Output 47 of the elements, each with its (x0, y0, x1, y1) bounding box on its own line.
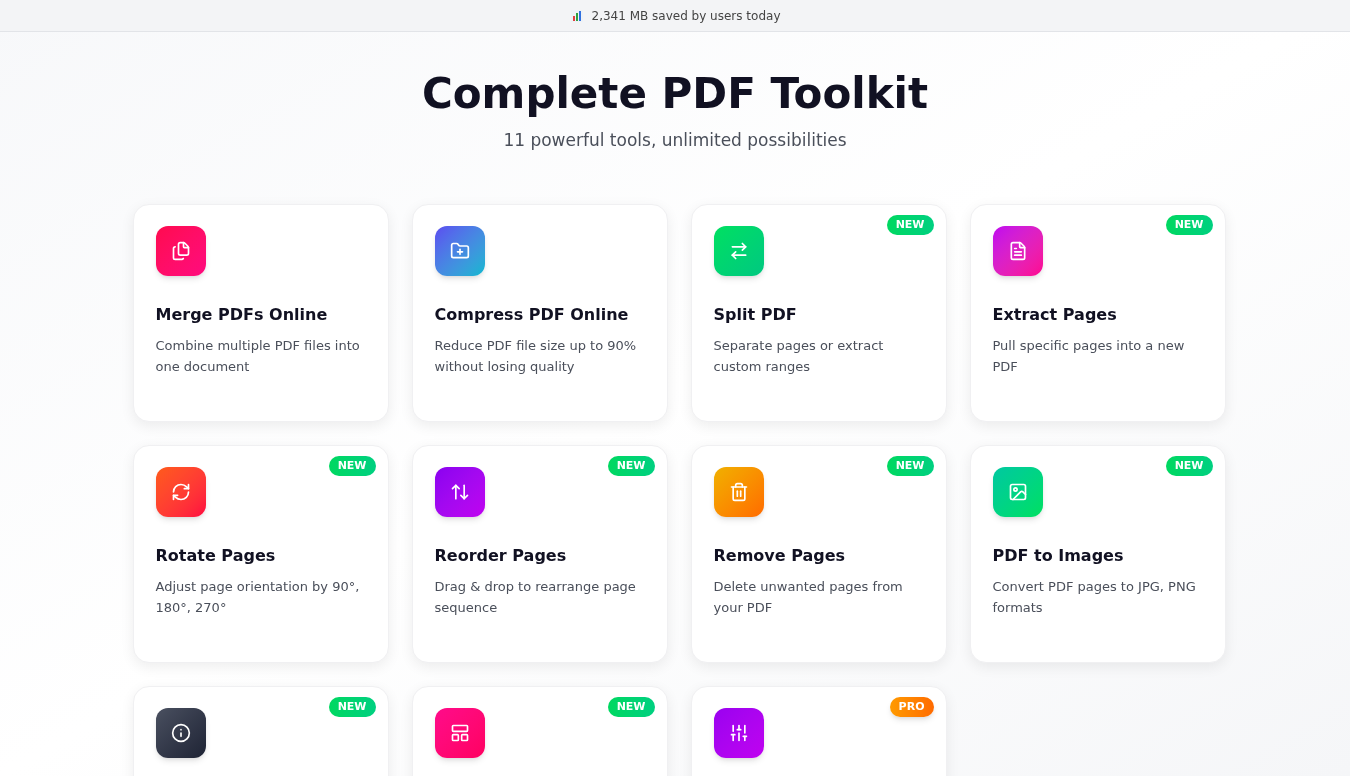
swap-arrows-icon (713, 225, 764, 276)
tool-description: Drag & drop to rearrange page sequence (434, 577, 637, 617)
trash-icon (713, 466, 764, 517)
image-icon (992, 466, 1043, 517)
tool-card[interactable]: Compress PDF Online Reduce PDF file size up to 90% without losing quality (411, 203, 668, 422)
files-icon (155, 225, 206, 276)
tool-badge: NEW (607, 455, 655, 476)
tool-description: Convert PDF pages to JPG, PNG formats (992, 577, 1197, 617)
tool-description: Separate pages or extract custom ranges (713, 336, 885, 376)
tool-badge: NEW (886, 214, 934, 235)
tool-title: Reorder Pages (434, 544, 568, 567)
page-subtitle: 11 powerful tools, unlimited possibilities (502, 129, 848, 152)
tool-title: Compress PDF Online (434, 303, 630, 326)
tool-badge: NEW (607, 696, 655, 717)
tool-description: Adjust page orientation by 90°, 180°, 270° (155, 577, 361, 617)
tool-card[interactable]: Merge PDFs Online Combine multiple PDF files into one document (132, 203, 389, 422)
tool-description: Delete unwanted pages from your PDF (713, 577, 904, 617)
tool-card[interactable]: NEW PDF to Images Convert PDF pages to JPG, PNG formats (969, 444, 1226, 663)
tool-badge: NEW (886, 455, 934, 476)
tool-title: Remove Pages (713, 544, 847, 567)
tool-description: Reduce PDF file size up to 90% without losing quality (434, 336, 638, 376)
folder-plus-icon (434, 225, 485, 276)
tool-card[interactable]: NEW Reorder Pages Drag & drop to rearrange page sequence (411, 444, 668, 663)
tool-title: Extract Pages (992, 303, 1118, 326)
tool-description: Combine multiple PDF files into one document (155, 336, 361, 376)
tool-card[interactable]: NEW Split PDF Separate pages or extract custom ranges (690, 203, 947, 422)
tool-title: Merge PDFs Online (155, 303, 329, 326)
tool-title: Split PDF (713, 303, 798, 326)
tool-badge: NEW (328, 696, 376, 717)
tool-title: Rotate Pages (155, 544, 277, 567)
refresh-icon (155, 466, 206, 517)
tool-badge: NEW (1165, 214, 1213, 235)
stats-text: 2,341 MB saved by users today (591, 7, 781, 25)
sliders-icon (713, 707, 764, 758)
grid-icon (434, 707, 485, 758)
tool-card[interactable]: NEW Remove Pages Delete unwanted pages from your PDF (690, 444, 947, 663)
tool-title: PDF to Images (992, 544, 1125, 567)
tool-badge: NEW (328, 455, 376, 476)
document-icon (992, 225, 1043, 276)
tool-card[interactable]: NEW Rotate Pages Adjust page orientation by 90°, 180°, 270° (132, 444, 389, 663)
tool-badge: NEW (1165, 455, 1213, 476)
up-down-arrows-icon (434, 466, 485, 517)
tool-description: Pull specific pages into a new PDF (992, 336, 1186, 376)
page-title: Complete PDF Toolkit (420, 68, 930, 120)
tool-badge: PRO (889, 696, 934, 717)
tool-card[interactable]: NEW Extract Pages Pull specific pages into a new PDF (969, 203, 1226, 422)
info-icon (155, 707, 206, 758)
